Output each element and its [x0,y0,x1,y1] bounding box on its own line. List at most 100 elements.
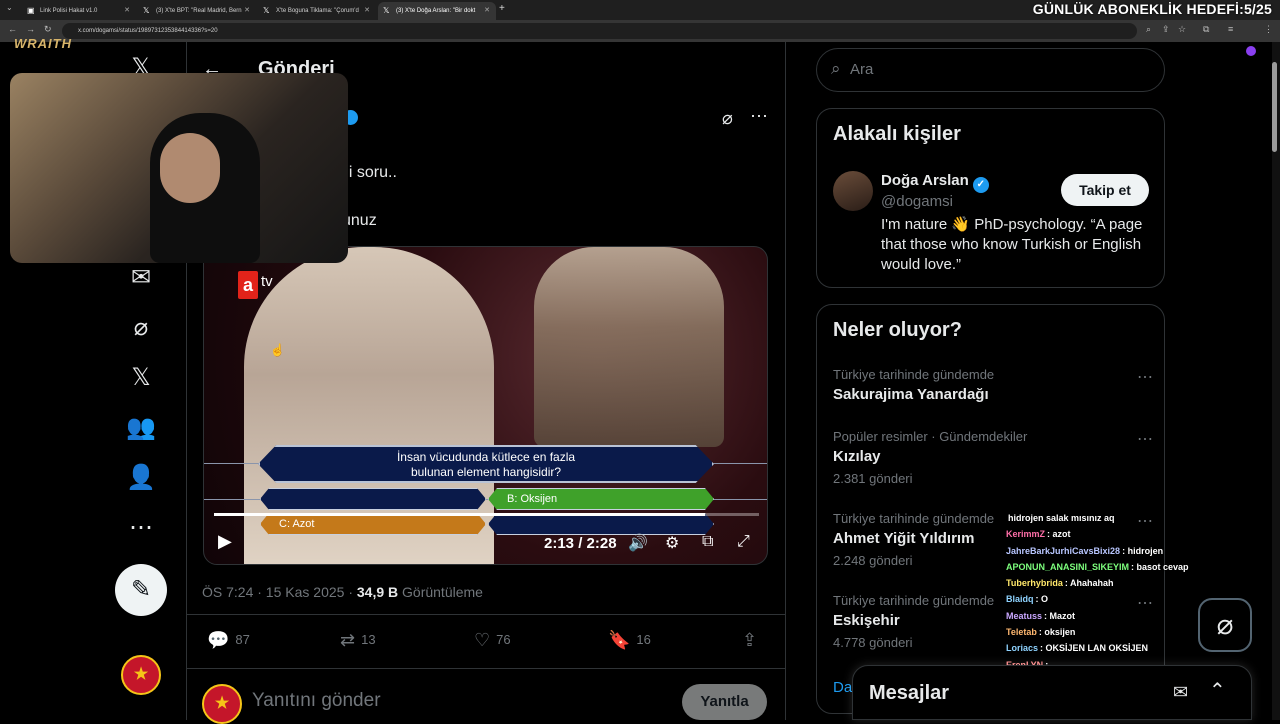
more-options-icon[interactable]: ⋯ [116,508,166,548]
video-progress-bar[interactable] [214,513,759,516]
question-line: bulunan element hangisidir? [410,465,562,479]
trend-item[interactable]: Popüler resimler · Gündemdekiler Kızılay… [833,429,1153,486]
chat-message: APONUN_ANASINI_SIKEYIM: basot cevap [1006,559,1246,575]
show-more-link[interactable]: Da [833,679,852,696]
scrollbar-thumb[interactable] [1272,62,1277,152]
search-input[interactable]: Ara [850,61,873,78]
communities-icon[interactable]: 👥 [116,408,166,448]
video-player[interactable]: a tv İnsan vücudunda kütlece en fazla bu… [203,246,768,565]
url-field[interactable]: x.com/dogamsi/status/1989731235384414336… [62,23,1137,39]
streamer-face [160,133,220,203]
more-options-icon[interactable]: ⋯ [1137,367,1153,387]
close-icon[interactable]: ✕ [364,2,370,20]
browser-tab-2[interactable]: 𝕏 (3) X'te BPT: "Real Madrid, Bern ✕ [138,2,256,20]
chat-text: : O [1035,594,1049,605]
fullscreen-icon[interactable]: ⤢ [737,533,750,551]
browser-tab-4[interactable]: 𝕏 (3) X'te Doğa Arslan: "Bir dokt ✕ [378,2,496,20]
grok-floating-button[interactable]: ⌀ [1198,598,1252,652]
browser-tab-3[interactable]: 𝕏 X'te Boguna Tiklama: "Çorum'd ✕ [258,2,376,20]
reply-action[interactable]: 💬 87 [207,630,250,651]
more-options-icon[interactable]: ⋯ [1137,429,1153,449]
related-people-card: Alakalı kişiler Doğa Arslan ✓ @dogamsi I'… [816,108,1165,288]
browser-address-bar: ← → ↻ x.com/dogamsi/status/1989731235384… [0,20,1280,56]
grok-explain-icon[interactable]: ⌀ [722,108,733,129]
back-icon[interactable]: ← [8,24,17,34]
scrollbar[interactable] [1272,42,1280,720]
messages-title: Mesajlar [869,682,950,704]
tab-title: Link Polisi Hakat v1.0 [40,8,98,14]
volume-icon[interactable]: 🔊 [628,533,648,553]
tab-list-icon[interactable]: ⌄ [6,3,13,12]
new-message-icon[interactable]: ✉ [1173,682,1188,703]
share-icon[interactable]: ⇪ [1162,24,1170,35]
person-handle[interactable]: @dogamsi [881,193,953,210]
menu-icon[interactable]: ⋮ [1264,24,1273,35]
close-icon[interactable]: ✕ [484,2,490,20]
tab-title: (3) X'te BPT: "Real Madrid, Bern [156,8,242,14]
timestamp-text: ÖS 7:24 · 15 Kas 2025 · [202,584,357,600]
answer-d [488,513,714,535]
x-logo-icon: 𝕏 [143,6,150,15]
person-name[interactable]: Doğa Arslan ✓ [881,172,989,193]
trend-item[interactable]: Türkiye tarihinde gündemde Sakurajima Ya… [833,367,1153,403]
reply-bubble-icon: 💬 [207,630,230,650]
retweet-count: 13 [361,631,376,647]
subscription-goal: GÜNLÜK ABONEKLİK HEDEFİ:5/25 [1032,1,1272,17]
messages-mail-icon[interactable]: ✉ [116,258,166,298]
trend-context: Popüler resimler · Gündemdekiler [833,429,1028,444]
bookmark-icon: 🔖 [608,630,631,650]
chat-message: hidrojen salak mısınız aq [1006,510,1246,526]
close-icon[interactable]: ✕ [124,2,130,20]
picture-in-picture-icon[interactable]: ⧉ [702,533,713,551]
chat-text: : OKSİJEN LAN OKSİJEN [1040,643,1149,654]
profile-avatar[interactable] [1246,46,1256,56]
verified-badge-icon: ✓ [972,177,989,193]
grok-icon[interactable]: ⌀ [116,308,166,348]
more-options-icon[interactable]: ⋯ [750,106,769,127]
chat-message: JahreBarkJurhiCavsBixi28: hidrojen [1006,543,1246,559]
reply-input[interactable]: Yanıtını gönder [252,690,381,712]
bookmark-star-icon[interactable]: ☆ [1178,24,1186,35]
channel-logo: a [238,271,258,299]
reload-icon[interactable]: ↻ [44,24,52,35]
chat-username: Meatuss [1006,610,1043,621]
play-icon[interactable]: ▶ [218,531,232,552]
profile-icon[interactable]: 👤 [116,458,166,498]
chat-username: Tuberhybrida [1006,578,1063,589]
retweet-action[interactable]: ⇄ 13 [340,630,376,651]
like-action[interactable]: ♡ 76 [474,630,511,651]
browser-tab-1[interactable]: ▣ Link Polisi Hakat v1.0 ✕ [22,2,136,20]
avatar[interactable] [833,171,873,211]
extensions-icon[interactable]: ⧉ [1203,24,1209,35]
settings-gear-icon[interactable]: ⚙ [665,533,679,553]
chevron-up-icon[interactable]: ⌃ [1209,678,1226,703]
mouse-cursor-icon: ☝ [270,343,285,357]
post-compose-button[interactable]: ✎ [115,564,167,616]
streamer-webcam [10,73,348,263]
new-tab-icon[interactable]: + [499,3,505,14]
forward-icon[interactable]: → [26,24,35,34]
tweet-timestamp: ÖS 7:24 · 15 Kas 2025 · 34,9 B Görüntüle… [202,584,483,600]
like-count: 76 [496,631,511,647]
chat-message: KerimmZ: azot [1006,526,1246,542]
video-progress-fill [214,513,705,516]
x-premium-icon[interactable]: 𝕏 [116,358,166,398]
zoom-icon[interactable]: ⌕ [1146,24,1151,35]
close-icon[interactable]: ✕ [244,2,250,20]
chat-username: Blaidq [1006,594,1034,605]
messages-drawer[interactable]: Mesajlar ✉ ⌃ [852,665,1252,720]
card-title: Alakalı kişiler [833,123,961,145]
share-action[interactable]: ⇪ [742,630,763,651]
grok-icon: ⌀ [1216,609,1234,640]
media-icon[interactable]: ≡ [1228,24,1233,34]
bookmark-action[interactable]: 🔖 16 [608,630,651,651]
divider-line [187,614,785,615]
chat-text: : hidrojen [1122,545,1164,556]
account-avatar[interactable]: ★ [121,655,161,695]
tweet-text-line: ği soru.. [340,164,397,181]
search-box[interactable]: ⌕ Ara [816,48,1165,92]
follow-button[interactable]: Takip et [1061,174,1149,206]
column-divider [785,42,786,720]
trend-name: Kızılay [833,448,881,465]
reply-button[interactable]: Yanıtla [682,684,767,720]
